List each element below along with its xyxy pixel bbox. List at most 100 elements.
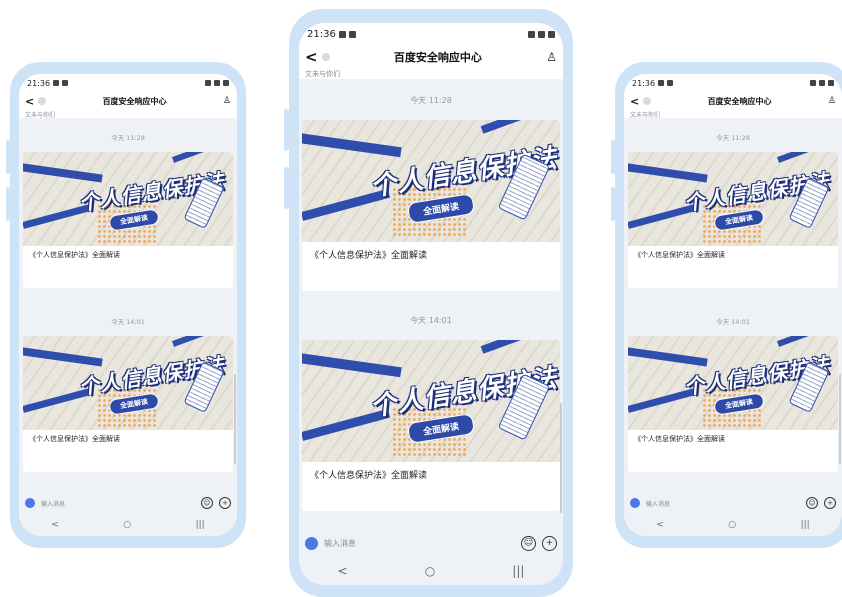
system-nav-bar: < ○ ||| — [624, 514, 842, 536]
system-nav-bar: < ○ ||| — [299, 557, 563, 585]
message-time: 今天 11:28 — [111, 134, 145, 142]
nav-home-icon[interactable]: ○ — [123, 520, 131, 530]
article-banner: 个人信息保护法 全面解读 — [302, 340, 560, 462]
nav-recent-icon[interactable]: ||| — [801, 520, 810, 530]
phone-center: 21:36 < 百度安全响应中心 ♙ 文未与你们 今天 11:28 个人信息保护… — [284, 9, 573, 597]
microphone-icon[interactable] — [305, 536, 318, 550]
chevron-left-icon[interactable]: < — [305, 48, 318, 66]
article-caption: 《个人信息保护法》全面解读 — [29, 251, 120, 259]
chat-header: < 百度安全响应中心 ♙ — [624, 92, 842, 110]
message-input-bar: 输入消息 ☺ + — [19, 492, 237, 514]
scrollbar[interactable] — [234, 374, 236, 464]
phone-right: 21:36 < 百度安全响应中心 ♙ 文未与你们 今天 11:28 个人信息保护… — [611, 62, 842, 548]
article-banner: 个人信息保护法 全面解读 — [23, 152, 233, 246]
battery-icon — [548, 30, 555, 38]
scrollbar[interactable] — [839, 374, 841, 464]
chevron-left-icon[interactable]: < — [25, 95, 34, 108]
chat-header: < 百度安全响应中心 ♙ — [19, 92, 237, 110]
chat-header: < 百度安全响应中心 ♙ — [299, 45, 563, 69]
nav-home-icon[interactable]: ○ — [728, 520, 736, 530]
unread-indicator — [643, 97, 652, 105]
signal-icon — [528, 30, 535, 38]
wifi-icon — [538, 30, 545, 38]
plus-icon[interactable]: + — [542, 535, 557, 551]
emoji-icon[interactable]: ☺ — [201, 497, 213, 509]
volume-button — [6, 187, 10, 221]
chat-title: 百度安全响应中心 — [393, 51, 482, 64]
message-input[interactable]: 输入消息 — [646, 499, 800, 508]
emoji-icon[interactable]: ☺ — [806, 497, 818, 509]
signal-icon — [205, 80, 211, 86]
volume-button — [284, 109, 289, 151]
message-time: 今天 11:28 — [410, 96, 452, 105]
article-banner: 个人信息保护法 全面解读 — [302, 120, 560, 242]
article-banner: 个人信息保护法 全面解读 — [23, 336, 233, 430]
article-caption: 《个人信息保护法》全面解读 — [29, 435, 120, 443]
battery-icon — [223, 80, 229, 86]
article-card[interactable]: 个人信息保护法 全面解读 《个人信息保护法》全面解读 — [302, 340, 560, 511]
nav-back-icon[interactable]: < — [51, 520, 59, 530]
previous-message-fragment: 文未与你们 — [19, 110, 237, 118]
phone-screen: 21:36 < 百度安全响应中心 ♙ 文未与你们 今天 11:28 个人信息保护… — [624, 74, 842, 536]
message-input[interactable]: 输入消息 — [324, 538, 515, 549]
nav-recent-icon[interactable]: ||| — [512, 564, 524, 578]
user-settings-icon[interactable]: ♙ — [828, 96, 836, 106]
notification-icon — [658, 80, 665, 86]
article-banner: 个人信息保护法 全面解读 — [628, 152, 838, 246]
status-time: 21:36 — [307, 28, 336, 40]
previous-message-fragment: 文未与你们 — [299, 69, 563, 79]
microphone-icon[interactable] — [25, 498, 35, 508]
article-caption: 《个人信息保护法》全面解读 — [310, 251, 428, 261]
chevron-left-icon[interactable]: < — [630, 95, 639, 108]
phone-screen: 21:36 < 百度安全响应中心 ♙ 文未与你们 今天 11:28 个人信息保护… — [19, 74, 237, 536]
unread-indicator — [38, 97, 47, 105]
status-time: 21:36 — [632, 78, 656, 88]
signal-icon — [810, 80, 816, 86]
article-caption: 《个人信息保护法》全面解读 — [634, 251, 725, 259]
system-nav-bar: < ○ ||| — [19, 514, 237, 536]
notification-icon — [62, 80, 69, 86]
article-card[interactable]: 个人信息保护法 全面解读 《个人信息保护法》全面解读 — [302, 120, 560, 291]
notification-icon — [338, 30, 346, 38]
phone-screen: 21:36 < 百度安全响应中心 ♙ 文未与你们 今天 11:28 个人信息保护… — [299, 23, 563, 585]
article-caption: 《个人信息保护法》全面解读 — [310, 471, 428, 481]
nav-back-icon[interactable]: < — [656, 520, 664, 530]
plus-icon[interactable]: + — [219, 497, 231, 509]
article-card[interactable]: 个人信息保护法 全面解读 《个人信息保护法》全面解读 — [23, 152, 233, 288]
message-input[interactable]: 输入消息 — [41, 499, 195, 508]
chat-title: 百度安全响应中心 — [707, 96, 772, 106]
volume-button — [6, 140, 10, 174]
article-card[interactable]: 个人信息保护法 全面解读 《个人信息保护法》全面解读 — [628, 152, 838, 288]
plus-icon[interactable]: + — [824, 497, 836, 509]
chat-title: 百度安全响应中心 — [102, 96, 167, 106]
phone-left: 21:36 < 百度安全响应中心 ♙ 文未与你们 今天 11:28 个人信息保护… — [6, 62, 246, 548]
message-time: 今天 11:28 — [716, 134, 750, 142]
nav-back-icon[interactable]: < — [338, 564, 348, 578]
volume-button — [284, 167, 289, 209]
emoji-icon[interactable]: ☺ — [521, 535, 536, 551]
message-time: 今天 14:01 — [111, 318, 145, 326]
status-bar: 21:36 — [299, 23, 563, 45]
article-caption: 《个人信息保护法》全面解读 — [634, 435, 725, 443]
volume-button — [611, 140, 615, 174]
battery-icon — [828, 80, 834, 86]
status-bar: 21:36 — [19, 74, 237, 92]
notification-icon — [53, 80, 60, 86]
status-bar: 21:36 — [624, 74, 842, 92]
notification-icon — [348, 30, 356, 38]
article-banner: 个人信息保护法 全面解读 — [628, 336, 838, 430]
microphone-icon[interactable] — [630, 498, 640, 508]
nav-home-icon[interactable]: ○ — [425, 564, 435, 578]
notification-icon — [667, 80, 674, 86]
scrollbar[interactable] — [560, 403, 562, 513]
article-card[interactable]: 个人信息保护法 全面解读 《个人信息保护法》全面解读 — [23, 336, 233, 472]
wifi-icon — [214, 80, 220, 86]
previous-message-fragment: 文未与你们 — [624, 110, 842, 118]
status-time: 21:36 — [27, 78, 51, 88]
nav-recent-icon[interactable]: ||| — [196, 520, 205, 530]
user-settings-icon[interactable]: ♙ — [546, 50, 557, 64]
unread-indicator — [321, 53, 330, 61]
wifi-icon — [819, 80, 825, 86]
article-card[interactable]: 个人信息保护法 全面解读 《个人信息保护法》全面解读 — [628, 336, 838, 472]
user-settings-icon[interactable]: ♙ — [223, 96, 231, 106]
